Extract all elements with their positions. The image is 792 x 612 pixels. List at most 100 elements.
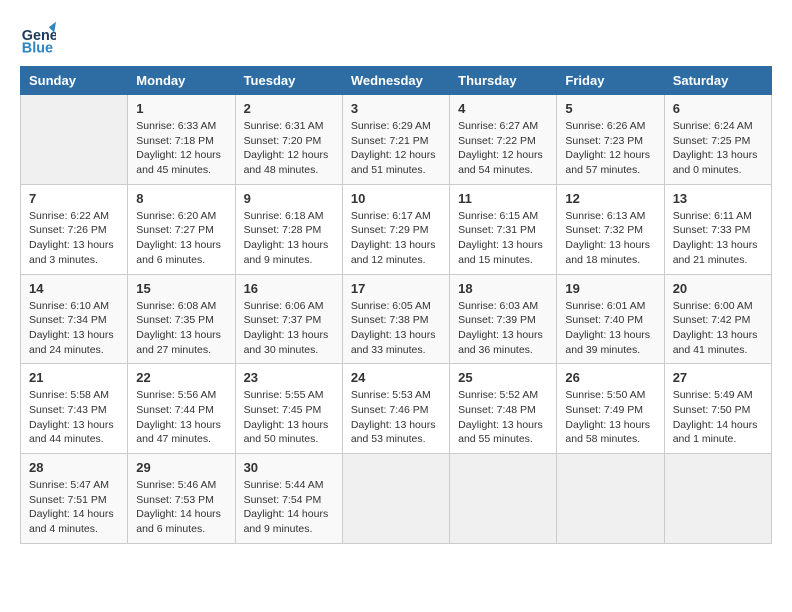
calendar-cell: 25 Sunrise: 5:52 AM Sunset: 7:48 PM Dayli… bbox=[450, 364, 557, 454]
day-info: Sunrise: 6:33 AM Sunset: 7:18 PM Dayligh… bbox=[136, 119, 226, 178]
svg-text:Blue: Blue bbox=[22, 40, 53, 56]
day-info: Sunrise: 5:53 AM Sunset: 7:46 PM Dayligh… bbox=[351, 388, 441, 447]
day-number: 26 bbox=[565, 370, 655, 385]
day-info: Sunrise: 6:26 AM Sunset: 7:23 PM Dayligh… bbox=[565, 119, 655, 178]
day-info: Sunrise: 6:01 AM Sunset: 7:40 PM Dayligh… bbox=[565, 299, 655, 358]
day-info: Sunrise: 6:24 AM Sunset: 7:25 PM Dayligh… bbox=[673, 119, 763, 178]
day-number: 17 bbox=[351, 281, 441, 296]
day-number: 20 bbox=[673, 281, 763, 296]
day-number: 22 bbox=[136, 370, 226, 385]
column-header-tuesday: Tuesday bbox=[235, 67, 342, 95]
calendar-cell: 5 Sunrise: 6:26 AM Sunset: 7:23 PM Daylig… bbox=[557, 95, 664, 185]
day-number: 16 bbox=[244, 281, 334, 296]
day-info: Sunrise: 6:06 AM Sunset: 7:37 PM Dayligh… bbox=[244, 299, 334, 358]
calendar-body: 1 Sunrise: 6:33 AM Sunset: 7:18 PM Daylig… bbox=[21, 95, 772, 544]
calendar-cell bbox=[342, 454, 449, 544]
day-number: 11 bbox=[458, 191, 548, 206]
day-number: 10 bbox=[351, 191, 441, 206]
calendar-cell: 28 Sunrise: 5:47 AM Sunset: 7:51 PM Dayli… bbox=[21, 454, 128, 544]
day-info: Sunrise: 6:29 AM Sunset: 7:21 PM Dayligh… bbox=[351, 119, 441, 178]
day-info: Sunrise: 5:46 AM Sunset: 7:53 PM Dayligh… bbox=[136, 478, 226, 537]
week-row-3: 14Sunrise: 6:10 AM Sunset: 7:34 PM Dayli… bbox=[21, 274, 772, 364]
day-info: Sunrise: 6:27 AM Sunset: 7:22 PM Dayligh… bbox=[458, 119, 548, 178]
day-info: Sunrise: 6:11 AM Sunset: 7:33 PM Dayligh… bbox=[673, 209, 763, 268]
day-info: Sunrise: 6:20 AM Sunset: 7:27 PM Dayligh… bbox=[136, 209, 226, 268]
calendar-cell: 17 Sunrise: 6:05 AM Sunset: 7:38 PM Dayli… bbox=[342, 274, 449, 364]
column-header-saturday: Saturday bbox=[664, 67, 771, 95]
day-info: Sunrise: 6:15 AM Sunset: 7:31 PM Dayligh… bbox=[458, 209, 548, 268]
day-info: Sunrise: 5:58 AM Sunset: 7:43 PM Dayligh… bbox=[29, 388, 119, 447]
calendar-cell: 20 Sunrise: 6:00 AM Sunset: 7:42 PM Dayli… bbox=[664, 274, 771, 364]
calendar-cell bbox=[557, 454, 664, 544]
day-number: 7 bbox=[29, 191, 119, 206]
day-number: 23 bbox=[244, 370, 334, 385]
calendar-cell: 1 Sunrise: 6:33 AM Sunset: 7:18 PM Daylig… bbox=[128, 95, 235, 185]
day-info: Sunrise: 6:10 AM Sunset: 7:34 PM Dayligh… bbox=[29, 299, 119, 358]
calendar-cell: 27Sunrise: 5:49 AM Sunset: 7:50 PM Dayli… bbox=[664, 364, 771, 454]
day-number: 4 bbox=[458, 101, 548, 116]
day-info: Sunrise: 5:47 AM Sunset: 7:51 PM Dayligh… bbox=[29, 478, 119, 537]
calendar-cell bbox=[450, 454, 557, 544]
calendar-cell: 7 Sunrise: 6:22 AM Sunset: 7:26 PM Daylig… bbox=[21, 184, 128, 274]
calendar-cell: 13Sunrise: 6:11 AM Sunset: 7:33 PM Dayli… bbox=[664, 184, 771, 274]
calendar-cell bbox=[664, 454, 771, 544]
day-number: 24 bbox=[351, 370, 441, 385]
day-info: Sunrise: 6:13 AM Sunset: 7:32 PM Dayligh… bbox=[565, 209, 655, 268]
calendar-cell: 12 Sunrise: 6:13 AM Sunset: 7:32 PM Dayli… bbox=[557, 184, 664, 274]
calendar-cell: 24 Sunrise: 5:53 AM Sunset: 7:46 PM Dayli… bbox=[342, 364, 449, 454]
day-info: Sunrise: 5:52 AM Sunset: 7:48 PM Dayligh… bbox=[458, 388, 548, 447]
calendar-cell: 26 Sunrise: 5:50 AM Sunset: 7:49 PM Dayli… bbox=[557, 364, 664, 454]
day-number: 8 bbox=[136, 191, 226, 206]
day-number: 5 bbox=[565, 101, 655, 116]
week-row-5: 28 Sunrise: 5:47 AM Sunset: 7:51 PM Dayli… bbox=[21, 454, 772, 544]
column-header-monday: Monday bbox=[128, 67, 235, 95]
calendar-cell: 23Sunrise: 5:55 AM Sunset: 7:45 PM Dayli… bbox=[235, 364, 342, 454]
day-number: 18 bbox=[458, 281, 548, 296]
calendar-cell: 8 Sunrise: 6:20 AM Sunset: 7:27 PM Daylig… bbox=[128, 184, 235, 274]
day-info: Sunrise: 5:49 AM Sunset: 7:50 PM Dayligh… bbox=[673, 388, 763, 447]
day-number: 19 bbox=[565, 281, 655, 296]
day-header-row: SundayMondayTuesdayWednesdayThursdayFrid… bbox=[21, 67, 772, 95]
calendar-cell: 6Sunrise: 6:24 AM Sunset: 7:25 PM Daylig… bbox=[664, 95, 771, 185]
day-number: 3 bbox=[351, 101, 441, 116]
calendar-cell: 18 Sunrise: 6:03 AM Sunset: 7:39 PM Dayli… bbox=[450, 274, 557, 364]
calendar-table: SundayMondayTuesdayWednesdayThursdayFrid… bbox=[20, 66, 772, 544]
calendar-cell: 30 Sunrise: 5:44 AM Sunset: 7:54 PM Dayli… bbox=[235, 454, 342, 544]
calendar-cell: 11 Sunrise: 6:15 AM Sunset: 7:31 PM Dayli… bbox=[450, 184, 557, 274]
day-number: 28 bbox=[29, 460, 119, 475]
day-number: 30 bbox=[244, 460, 334, 475]
calendar-cell: 19 Sunrise: 6:01 AM Sunset: 7:40 PM Dayli… bbox=[557, 274, 664, 364]
calendar-cell: 29Sunrise: 5:46 AM Sunset: 7:53 PM Dayli… bbox=[128, 454, 235, 544]
day-number: 1 bbox=[136, 101, 226, 116]
calendar-cell: 9 Sunrise: 6:18 AM Sunset: 7:28 PM Daylig… bbox=[235, 184, 342, 274]
logo: General Blue bbox=[20, 20, 60, 56]
column-header-thursday: Thursday bbox=[450, 67, 557, 95]
day-number: 15 bbox=[136, 281, 226, 296]
day-info: Sunrise: 5:56 AM Sunset: 7:44 PM Dayligh… bbox=[136, 388, 226, 447]
day-number: 9 bbox=[244, 191, 334, 206]
calendar-cell: 2Sunrise: 6:31 AM Sunset: 7:20 PM Daylig… bbox=[235, 95, 342, 185]
calendar-cell: 3 Sunrise: 6:29 AM Sunset: 7:21 PM Daylig… bbox=[342, 95, 449, 185]
logo-icon: General Blue bbox=[20, 20, 56, 56]
column-header-wednesday: Wednesday bbox=[342, 67, 449, 95]
day-info: Sunrise: 6:00 AM Sunset: 7:42 PM Dayligh… bbox=[673, 299, 763, 358]
day-number: 12 bbox=[565, 191, 655, 206]
day-info: Sunrise: 5:44 AM Sunset: 7:54 PM Dayligh… bbox=[244, 478, 334, 537]
day-number: 25 bbox=[458, 370, 548, 385]
column-header-sunday: Sunday bbox=[21, 67, 128, 95]
page-header: General Blue bbox=[20, 20, 772, 56]
week-row-2: 7 Sunrise: 6:22 AM Sunset: 7:26 PM Daylig… bbox=[21, 184, 772, 274]
day-info: Sunrise: 6:18 AM Sunset: 7:28 PM Dayligh… bbox=[244, 209, 334, 268]
calendar-cell: 10Sunrise: 6:17 AM Sunset: 7:29 PM Dayli… bbox=[342, 184, 449, 274]
day-info: Sunrise: 6:05 AM Sunset: 7:38 PM Dayligh… bbox=[351, 299, 441, 358]
calendar-cell: 15 Sunrise: 6:08 AM Sunset: 7:35 PM Dayli… bbox=[128, 274, 235, 364]
day-info: Sunrise: 6:22 AM Sunset: 7:26 PM Dayligh… bbox=[29, 209, 119, 268]
day-info: Sunrise: 6:08 AM Sunset: 7:35 PM Dayligh… bbox=[136, 299, 226, 358]
calendar-cell bbox=[21, 95, 128, 185]
week-row-1: 1 Sunrise: 6:33 AM Sunset: 7:18 PM Daylig… bbox=[21, 95, 772, 185]
week-row-4: 21Sunrise: 5:58 AM Sunset: 7:43 PM Dayli… bbox=[21, 364, 772, 454]
calendar-cell: 4 Sunrise: 6:27 AM Sunset: 7:22 PM Daylig… bbox=[450, 95, 557, 185]
day-info: Sunrise: 6:03 AM Sunset: 7:39 PM Dayligh… bbox=[458, 299, 548, 358]
day-info: Sunrise: 5:50 AM Sunset: 7:49 PM Dayligh… bbox=[565, 388, 655, 447]
calendar-cell: 16 Sunrise: 6:06 AM Sunset: 7:37 PM Dayli… bbox=[235, 274, 342, 364]
